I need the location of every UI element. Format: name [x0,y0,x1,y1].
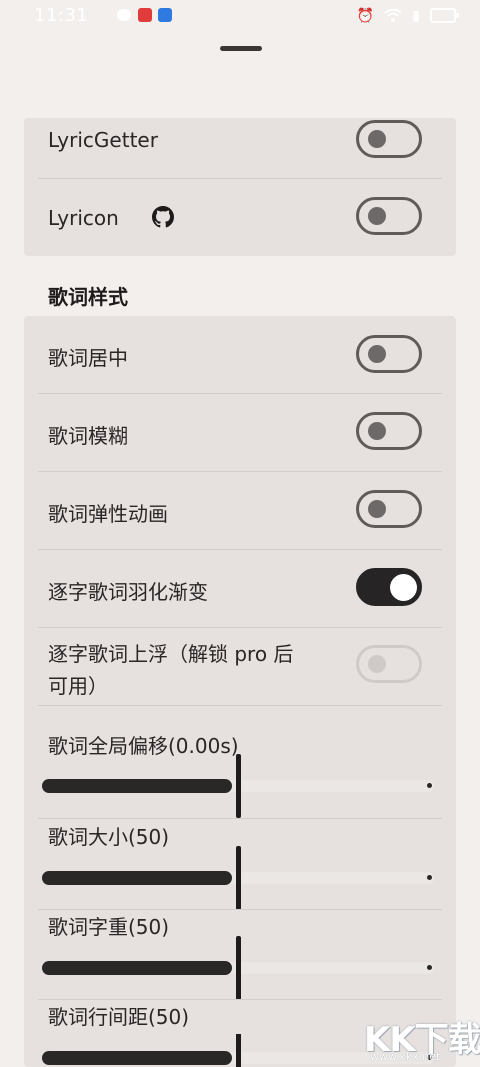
slider-thumb[interactable] [236,1034,241,1067]
setting-label: 逐字歌词羽化渐变 [48,580,208,604]
toggle-switch[interactable] [356,490,422,528]
toggle-knob [368,130,386,148]
setting-row-center[interactable]: 歌词居中 [38,316,442,394]
notification-icon [117,9,131,21]
slider-fill [42,779,232,793]
toggle-switch[interactable] [356,197,422,235]
watermark: KK下载 www.kkx.net [364,1012,480,1066]
slider-fill [42,1051,232,1065]
setting-row-blur[interactable]: 歌词模糊 [38,394,442,472]
setting-row-feather[interactable]: 逐字歌词羽化渐变 [38,550,442,628]
setting-label: 歌词居中 [48,346,128,370]
slider-thumb[interactable] [236,846,241,910]
provider-card: LyricGetter Lyricon [24,118,456,256]
setting-row-elastic[interactable]: 歌词弹性动画 [38,472,442,550]
setting-label: LyricGetter [48,128,158,152]
toggle-knob [368,500,386,518]
toggle-switch[interactable] [356,412,422,450]
slider-end-dot [427,965,432,970]
status-bar: 11:31 ⏰ ▮ [0,0,480,32]
wifi-icon [384,8,402,22]
setting-label: 歌词模糊 [48,424,128,448]
slider-label: 歌词行间距(50) [48,1005,190,1029]
setting-label-line1: 逐字歌词上浮（解锁 pro 后 [48,642,294,666]
slider-end-dot [427,875,432,880]
setting-row-float: 逐字歌词上浮（解锁 pro 后 可用） [38,628,442,706]
slider-weight[interactable] [42,936,434,1000]
toggle-switch[interactable] [356,335,422,373]
drag-handle[interactable] [220,46,262,51]
slider-thumb[interactable] [236,936,241,1000]
status-time: 11:31 [34,5,89,26]
lyric-style-card: 歌词居中 歌词模糊 歌词弹性动画 逐字歌词羽化渐变 逐字歌词上浮（解锁 pro … [24,316,456,1067]
watermark-url: www.kkx.net [370,1050,441,1063]
github-icon[interactable] [152,206,174,228]
signal-icon: ▮ [412,7,420,24]
toggle-knob [368,655,386,673]
toggle-knob [368,345,386,363]
toggle-knob [368,207,386,225]
slider-label: 歌词字重(50) [48,915,170,939]
toggle-switch[interactable] [356,568,422,606]
section-title: 歌词样式 [48,285,128,309]
setting-label: Lyricon [48,206,119,230]
slider-size[interactable] [42,846,434,910]
toggle-knob [368,422,386,440]
setting-row-lyricon[interactable]: Lyricon [38,180,442,256]
setting-label-line2: 可用） [48,674,108,698]
alarm-icon: ⏰ [356,7,375,24]
setting-label: 歌词弹性动画 [48,502,168,526]
app-icon-blue [158,8,172,22]
app-icon-red [138,8,152,22]
slider-fill [42,871,232,885]
status-right-icons: ⏰ ▮ [356,7,459,24]
slider-fill [42,961,232,975]
slider-thumb[interactable] [236,754,241,818]
battery-icon [430,8,459,23]
setting-row-lyricgetter[interactable]: LyricGetter [38,118,442,180]
slider-offset[interactable] [42,754,434,818]
toggle-switch[interactable] [356,120,422,158]
toggle-knob [390,574,417,601]
toggle-switch-disabled [356,645,422,683]
divider [38,178,442,179]
slider-label: 歌词全局偏移(0.00s) [48,734,239,758]
slider-end-dot [427,783,432,788]
slider-label: 歌词大小(50) [48,825,170,849]
